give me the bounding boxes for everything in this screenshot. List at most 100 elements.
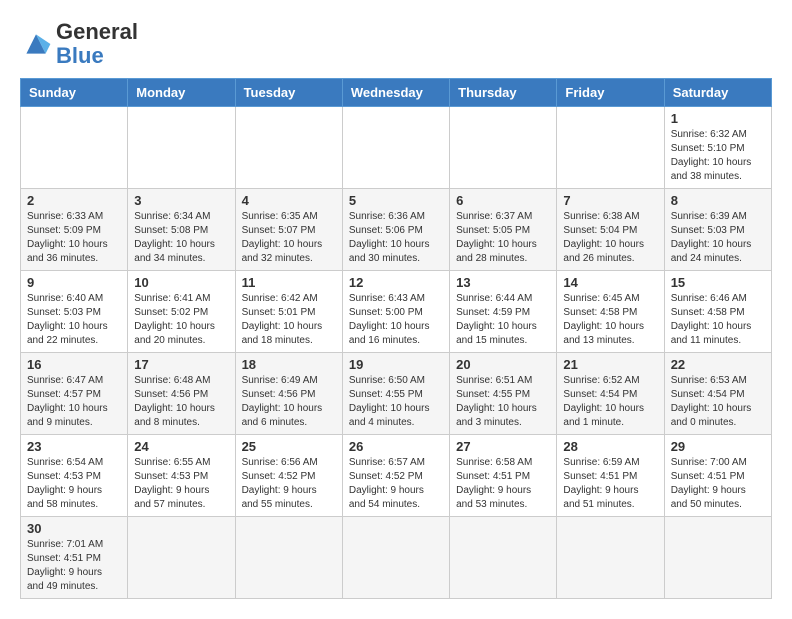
logo-text: GeneralBlue	[56, 20, 138, 68]
day-info: Sunrise: 6:54 AM Sunset: 4:53 PM Dayligh…	[27, 456, 121, 512]
weekday-header-tuesday: Tuesday	[235, 79, 342, 107]
calendar-cell: 30 Sunrise: 7:01 AM Sunset: 4:51 PM Dayli…	[21, 517, 128, 599]
day-number: 29	[671, 439, 765, 454]
calendar-week-row: 16 Sunrise: 6:47 AM Sunset: 4:57 PM Dayli…	[21, 353, 772, 435]
calendar-cell: 12 Sunrise: 6:43 AM Sunset: 5:00 PM Dayli…	[342, 271, 449, 353]
day-number: 5	[349, 193, 443, 208]
day-number: 10	[134, 275, 228, 290]
calendar-cell	[342, 517, 449, 599]
calendar-cell: 16 Sunrise: 6:47 AM Sunset: 4:57 PM Dayli…	[21, 353, 128, 435]
day-number: 20	[456, 357, 550, 372]
day-number: 18	[242, 357, 336, 372]
day-info: Sunrise: 7:01 AM Sunset: 4:51 PM Dayligh…	[27, 538, 121, 594]
weekday-header-monday: Monday	[128, 79, 235, 107]
day-info: Sunrise: 6:47 AM Sunset: 4:57 PM Dayligh…	[27, 374, 121, 430]
calendar-cell: 8Sunrise: 6:39 AM Sunset: 5:03 PM Daylig…	[664, 189, 771, 271]
calendar-cell	[664, 517, 771, 599]
day-info: Sunrise: 6:50 AM Sunset: 4:55 PM Dayligh…	[349, 374, 443, 430]
calendar-cell: 4Sunrise: 6:35 AM Sunset: 5:07 PM Daylig…	[235, 189, 342, 271]
calendar-cell: 27 Sunrise: 6:58 AM Sunset: 4:51 PM Dayli…	[450, 435, 557, 517]
day-info: Sunrise: 6:35 AM Sunset: 5:07 PM Dayligh…	[242, 210, 336, 266]
day-info: Sunrise: 6:37 AM Sunset: 5:05 PM Dayligh…	[456, 210, 550, 266]
day-info: Sunrise: 6:46 AM Sunset: 4:58 PM Dayligh…	[671, 292, 765, 348]
day-info: Sunrise: 6:32 AM Sunset: 5:10 PM Dayligh…	[671, 128, 765, 184]
day-number: 3	[134, 193, 228, 208]
day-number: 28	[563, 439, 657, 454]
calendar-cell	[342, 107, 449, 189]
calendar-cell: 3Sunrise: 6:34 AM Sunset: 5:08 PM Daylig…	[128, 189, 235, 271]
day-number: 22	[671, 357, 765, 372]
calendar-cell: 17Sunrise: 6:48 AM Sunset: 4:56 PM Dayli…	[128, 353, 235, 435]
day-info: Sunrise: 6:49 AM Sunset: 4:56 PM Dayligh…	[242, 374, 336, 430]
day-number: 11	[242, 275, 336, 290]
calendar-cell	[557, 517, 664, 599]
day-info: Sunrise: 7:00 AM Sunset: 4:51 PM Dayligh…	[671, 456, 765, 512]
day-number: 9	[27, 275, 121, 290]
calendar-cell: 26 Sunrise: 6:57 AM Sunset: 4:52 PM Dayli…	[342, 435, 449, 517]
calendar-cell	[557, 107, 664, 189]
day-info: Sunrise: 6:56 AM Sunset: 4:52 PM Dayligh…	[242, 456, 336, 512]
day-number: 15	[671, 275, 765, 290]
day-info: Sunrise: 6:33 AM Sunset: 5:09 PM Dayligh…	[27, 210, 121, 266]
day-number: 13	[456, 275, 550, 290]
calendar-cell: 25 Sunrise: 6:56 AM Sunset: 4:52 PM Dayli…	[235, 435, 342, 517]
weekday-header-saturday: Saturday	[664, 79, 771, 107]
calendar-cell: 14Sunrise: 6:45 AM Sunset: 4:58 PM Dayli…	[557, 271, 664, 353]
calendar-table: SundayMondayTuesdayWednesdayThursdayFrid…	[20, 78, 772, 599]
day-info: Sunrise: 6:52 AM Sunset: 4:54 PM Dayligh…	[563, 374, 657, 430]
calendar-cell: 9Sunrise: 6:40 AM Sunset: 5:03 PM Daylig…	[21, 271, 128, 353]
day-number: 24	[134, 439, 228, 454]
calendar-week-row: 1Sunrise: 6:32 AM Sunset: 5:10 PM Daylig…	[21, 107, 772, 189]
weekday-header-thursday: Thursday	[450, 79, 557, 107]
calendar-cell: 11 Sunrise: 6:42 AM Sunset: 5:01 PM Dayli…	[235, 271, 342, 353]
day-number: 12	[349, 275, 443, 290]
day-number: 14	[563, 275, 657, 290]
weekday-header-wednesday: Wednesday	[342, 79, 449, 107]
logo: GeneralBlue	[20, 20, 138, 68]
day-number: 25	[242, 439, 336, 454]
day-info: Sunrise: 6:36 AM Sunset: 5:06 PM Dayligh…	[349, 210, 443, 266]
day-number: 26	[349, 439, 443, 454]
day-info: Sunrise: 6:38 AM Sunset: 5:04 PM Dayligh…	[563, 210, 657, 266]
day-number: 21	[563, 357, 657, 372]
day-info: Sunrise: 6:59 AM Sunset: 4:51 PM Dayligh…	[563, 456, 657, 512]
day-info: Sunrise: 6:58 AM Sunset: 4:51 PM Dayligh…	[456, 456, 550, 512]
calendar-week-row: 9Sunrise: 6:40 AM Sunset: 5:03 PM Daylig…	[21, 271, 772, 353]
calendar-cell	[450, 517, 557, 599]
day-number: 27	[456, 439, 550, 454]
calendar-cell: 13Sunrise: 6:44 AM Sunset: 4:59 PM Dayli…	[450, 271, 557, 353]
calendar-cell: 23 Sunrise: 6:54 AM Sunset: 4:53 PM Dayli…	[21, 435, 128, 517]
day-number: 30	[27, 521, 121, 536]
generalblue-logo-icon	[20, 28, 52, 60]
calendar-cell: 28 Sunrise: 6:59 AM Sunset: 4:51 PM Dayli…	[557, 435, 664, 517]
calendar-week-row: 23 Sunrise: 6:54 AM Sunset: 4:53 PM Dayli…	[21, 435, 772, 517]
day-info: Sunrise: 6:57 AM Sunset: 4:52 PM Dayligh…	[349, 456, 443, 512]
calendar-cell: 5 Sunrise: 6:36 AM Sunset: 5:06 PM Daylig…	[342, 189, 449, 271]
calendar-cell: 22Sunrise: 6:53 AM Sunset: 4:54 PM Dayli…	[664, 353, 771, 435]
day-info: Sunrise: 6:39 AM Sunset: 5:03 PM Dayligh…	[671, 210, 765, 266]
calendar-cell: 19 Sunrise: 6:50 AM Sunset: 4:55 PM Dayli…	[342, 353, 449, 435]
day-number: 19	[349, 357, 443, 372]
calendar-cell	[21, 107, 128, 189]
calendar-cell: 2 Sunrise: 6:33 AM Sunset: 5:09 PM Daylig…	[21, 189, 128, 271]
calendar-cell	[450, 107, 557, 189]
day-info: Sunrise: 6:43 AM Sunset: 5:00 PM Dayligh…	[349, 292, 443, 348]
calendar-cell	[235, 517, 342, 599]
day-info: Sunrise: 6:55 AM Sunset: 4:53 PM Dayligh…	[134, 456, 228, 512]
day-number: 17	[134, 357, 228, 372]
day-number: 16	[27, 357, 121, 372]
calendar-cell: 20 Sunrise: 6:51 AM Sunset: 4:55 PM Dayli…	[450, 353, 557, 435]
day-info: Sunrise: 6:51 AM Sunset: 4:55 PM Dayligh…	[456, 374, 550, 430]
day-number: 7	[563, 193, 657, 208]
day-number: 23	[27, 439, 121, 454]
weekday-header-sunday: Sunday	[21, 79, 128, 107]
day-number: 6	[456, 193, 550, 208]
day-info: Sunrise: 6:42 AM Sunset: 5:01 PM Dayligh…	[242, 292, 336, 348]
day-number: 2	[27, 193, 121, 208]
calendar-cell: 1Sunrise: 6:32 AM Sunset: 5:10 PM Daylig…	[664, 107, 771, 189]
calendar-week-row: 2 Sunrise: 6:33 AM Sunset: 5:09 PM Daylig…	[21, 189, 772, 271]
calendar-cell	[235, 107, 342, 189]
weekday-header-friday: Friday	[557, 79, 664, 107]
calendar-cell	[128, 107, 235, 189]
calendar-cell: 29 Sunrise: 7:00 AM Sunset: 4:51 PM Dayli…	[664, 435, 771, 517]
